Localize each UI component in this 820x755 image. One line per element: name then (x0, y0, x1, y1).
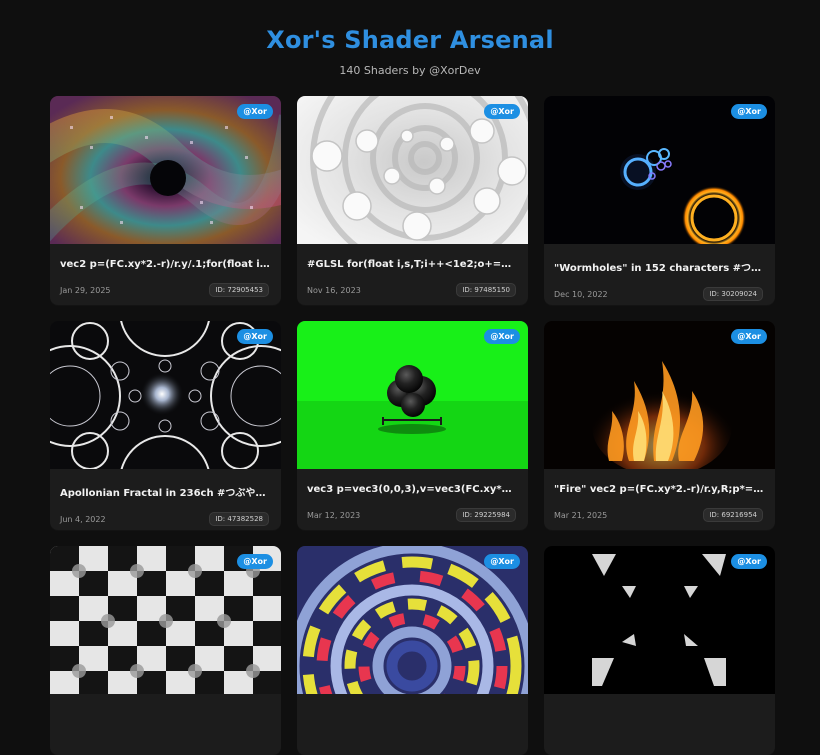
shader-id-badge: ID: 69216954 (703, 508, 763, 522)
card-meta: Jun 4, 2022 ID: 47382528 (60, 512, 269, 526)
page-header: Xor's Shader Arsenal 140 Shaders by @Xor… (0, 0, 820, 77)
author-badge[interactable]: @Xor (237, 329, 273, 344)
card-meta: Mar 12, 2023 ID: 29225984 (307, 508, 516, 522)
card-meta: Mar 21, 2025 ID: 69216954 (554, 508, 763, 522)
shader-thumbnail-green-blob[interactable]: @Xor (297, 321, 528, 469)
shader-title[interactable]: #GLSL for(float i,s,T;i++<1e2;o+=1e-4/(.… (307, 259, 518, 270)
shader-title[interactable]: "Wormholes" in 152 characters #つぶやき... (554, 259, 765, 274)
shader-id-badge: ID: 72905453 (209, 283, 269, 297)
shader-id-badge: ID: 30209024 (703, 287, 763, 301)
author-badge[interactable]: @Xor (731, 329, 767, 344)
author-badge[interactable]: @Xor (731, 554, 767, 569)
shader-date: Mar 21, 2025 (554, 510, 608, 520)
shader-card[interactable]: @Xor vec2 p=(FC.xy*2.-r)/r.y/.1;for(floa… (50, 96, 281, 305)
shader-card[interactable]: @Xor #GLSL for(float i,s,T;i++<1e2;o+=1e… (297, 96, 528, 305)
shader-title[interactable]: "Fire" vec2 p=(FC.xy*2.-r)/r.y,R;p*=1.-v… (554, 484, 765, 495)
author-badge[interactable]: @Xor (484, 104, 520, 119)
shader-thumbnail-fire[interactable]: @Xor (544, 321, 775, 469)
shader-card[interactable]: @Xor (544, 546, 775, 755)
shader-card[interactable]: @Xor "Wormholes" in 152 characters #つぶやき… (544, 96, 775, 305)
shader-date: Jun 4, 2022 (60, 514, 106, 524)
shader-title[interactable]: Apollonian Fractal in 236ch #つぶやきGLSL... (60, 484, 271, 499)
shader-thumbnail-black-shapes[interactable]: @Xor (544, 546, 775, 694)
shader-title[interactable]: vec3 p=vec3(0,0,3),v=vec3(FC.xy*2.-r,r.y… (307, 484, 518, 495)
shader-thumbnail-apollonian-fractal[interactable]: @Xor (50, 321, 281, 469)
author-badge[interactable]: @Xor (237, 104, 273, 119)
shader-thumbnail-rainbow-spiral[interactable]: @Xor (50, 96, 281, 244)
shader-thumbnail-white-blob-vortex[interactable]: @Xor (297, 96, 528, 244)
shader-card[interactable]: @Xor (50, 546, 281, 755)
author-badge[interactable]: @Xor (484, 554, 520, 569)
shader-thumbnail-glowing-rings[interactable]: @Xor (544, 96, 775, 244)
shader-id-badge: ID: 29225984 (456, 508, 516, 522)
card-meta: Dec 10, 2022 ID: 30209024 (554, 287, 763, 301)
author-badge[interactable]: @Xor (484, 329, 520, 344)
shader-card[interactable]: @Xor Apollonian Fractal in 236ch #つぶやきGL… (50, 321, 281, 530)
shader-count-subtitle: 140 Shaders by @XorDev (339, 64, 481, 77)
author-badge[interactable]: @Xor (237, 554, 273, 569)
shader-title[interactable]: vec2 p=(FC.xy*2.-r)/r.y/.1;for(float i;i… (60, 259, 271, 270)
shader-id-badge: ID: 97485150 (456, 283, 516, 297)
shader-date: Jan 29, 2025 (60, 285, 111, 295)
page-title: Xor's Shader Arsenal (266, 26, 554, 54)
card-meta: Jan 29, 2025 ID: 72905453 (60, 283, 269, 297)
shader-card[interactable]: @Xor vec3 p=vec3(0,0,3),v=vec3(FC.xy*2.-… (297, 321, 528, 530)
shader-card[interactable]: @Xor (297, 546, 528, 755)
shader-card[interactable]: @Xor "Fire" vec2 p=(FC.xy*2.-r)/r.y,R;p*… (544, 321, 775, 530)
card-meta: Nov 16, 2023 ID: 97485150 (307, 283, 516, 297)
shader-grid: @Xor vec2 p=(FC.xy*2.-r)/r.y/.1;for(floa… (50, 96, 775, 755)
shader-thumbnail-colorful-rings[interactable]: @Xor (297, 546, 528, 694)
shader-id-badge: ID: 47382528 (209, 512, 269, 526)
shader-thumbnail-checker-blobs[interactable]: @Xor (50, 546, 281, 694)
shader-date: Mar 12, 2023 (307, 510, 361, 520)
author-badge[interactable]: @Xor (731, 104, 767, 119)
shader-date: Nov 16, 2023 (307, 285, 361, 295)
shader-date: Dec 10, 2022 (554, 289, 608, 299)
